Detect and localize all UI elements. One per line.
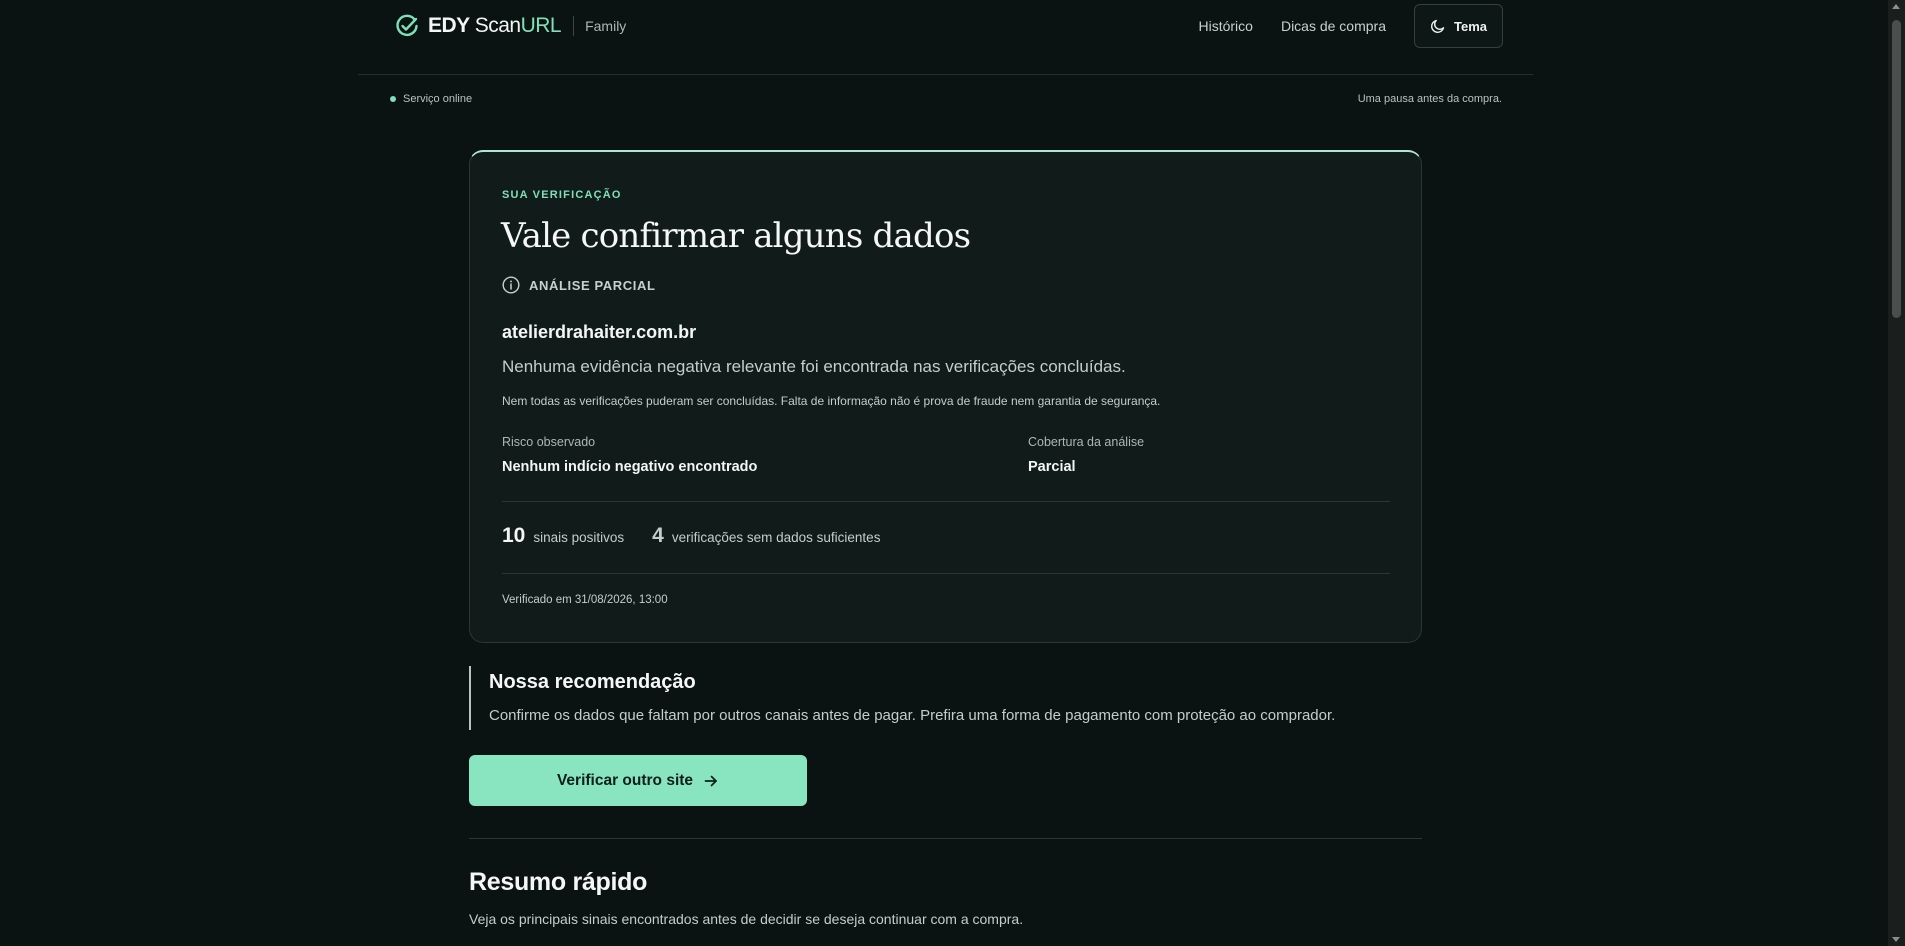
- top-header: EDY Scan URL Family Histórico Dicas de co…: [358, 0, 1533, 75]
- tagline: Uma pausa antes da compra.: [1357, 93, 1502, 105]
- check-badge-icon: [396, 14, 418, 37]
- brand-scan: Scan: [474, 14, 521, 37]
- recommendation-title: Nossa recomendação: [489, 671, 696, 693]
- coverage-label: Cobertura da análise: [1028, 435, 1145, 449]
- theme-toggle-button[interactable]: Tema: [1414, 4, 1503, 48]
- insufficient-label: verificações sem dados suficientes: [671, 530, 881, 545]
- recommendation-text: Confirme os dados que faltam por outros …: [489, 707, 1336, 724]
- recommendation-block: Nossa recomendação Confirme os dados que…: [469, 666, 1422, 730]
- result-disclaimer: Nem todas as verificações puderam ser co…: [502, 394, 1161, 408]
- verification-card: SUA VERIFICAÇÃO Vale confirmar alguns da…: [469, 150, 1422, 643]
- brand-family: Family: [585, 18, 627, 34]
- card-divider: [502, 573, 1390, 574]
- card-eyebrow: SUA VERIFICAÇÃO: [502, 189, 622, 201]
- card-divider: [502, 501, 1390, 502]
- moon-icon: [1430, 19, 1445, 34]
- analysis-coverage: Cobertura da análise Parcial: [1028, 435, 1144, 475]
- quick-summary-subtitle: Veja os principais sinais encontrados an…: [469, 911, 1024, 927]
- card-title: Vale confirmar alguns dados: [501, 216, 971, 256]
- status-dot-icon: [390, 96, 396, 102]
- scroll-up-icon[interactable]: [1892, 4, 1900, 9]
- info-icon: [502, 276, 520, 294]
- nav-link-dicas-de-compra[interactable]: Dicas de compra: [1281, 18, 1386, 34]
- result-summary: Nenhuma evidência negativa relevante foi…: [502, 357, 1126, 376]
- analysis-status-badge: ANÁLISE PARCIAL: [502, 276, 655, 294]
- check-another-site-button[interactable]: Verificar outro site: [469, 755, 807, 806]
- insufficient-count: 4: [652, 524, 664, 547]
- risk-observed: Risco observado Nenhum indício negativo …: [502, 435, 757, 475]
- page: EDY Scan URL Family Histórico Dicas de co…: [0, 0, 1905, 946]
- verified-timestamp: Verificado em 31/08/2026, 13:00: [502, 594, 668, 606]
- scroll-down-icon[interactable]: [1892, 937, 1900, 942]
- risk-value: Nenhum indício negativo encontrado: [502, 459, 758, 475]
- positive-label: sinais positivos: [533, 530, 625, 545]
- positive-count: 10: [502, 524, 526, 547]
- coverage-value: Parcial: [1028, 459, 1076, 475]
- brand-url: URL: [520, 14, 562, 37]
- cta-label: Verificar outro site: [556, 771, 694, 789]
- nav-link-historico[interactable]: Histórico: [1198, 18, 1252, 34]
- service-status: Serviço online: [390, 93, 472, 105]
- page-scrollbar[interactable]: [1888, 0, 1905, 946]
- scrollbar-thumb[interactable]: [1892, 20, 1901, 318]
- brand-logo[interactable]: EDY Scan URL Family: [394, 12, 626, 40]
- signal-counts: 10 sinais positivos 4 verificações sem d…: [502, 524, 908, 548]
- brand-separator: [573, 16, 575, 36]
- analysis-status-label: ANÁLISE PARCIAL: [529, 277, 656, 293]
- service-status-text: Serviço online: [403, 93, 473, 105]
- main-nav: Histórico Dicas de compra Tema: [1198, 4, 1503, 48]
- arrow-right-icon: [704, 775, 717, 786]
- section-divider: [469, 838, 1422, 839]
- theme-button-label: Tema: [1454, 18, 1487, 34]
- risk-label: Risco observado: [502, 435, 596, 449]
- checked-domain: atelierdrahaiter.com.br: [502, 322, 697, 342]
- quick-summary-title: Resumo rápido: [469, 868, 648, 896]
- brand-edy: EDY: [428, 14, 470, 37]
